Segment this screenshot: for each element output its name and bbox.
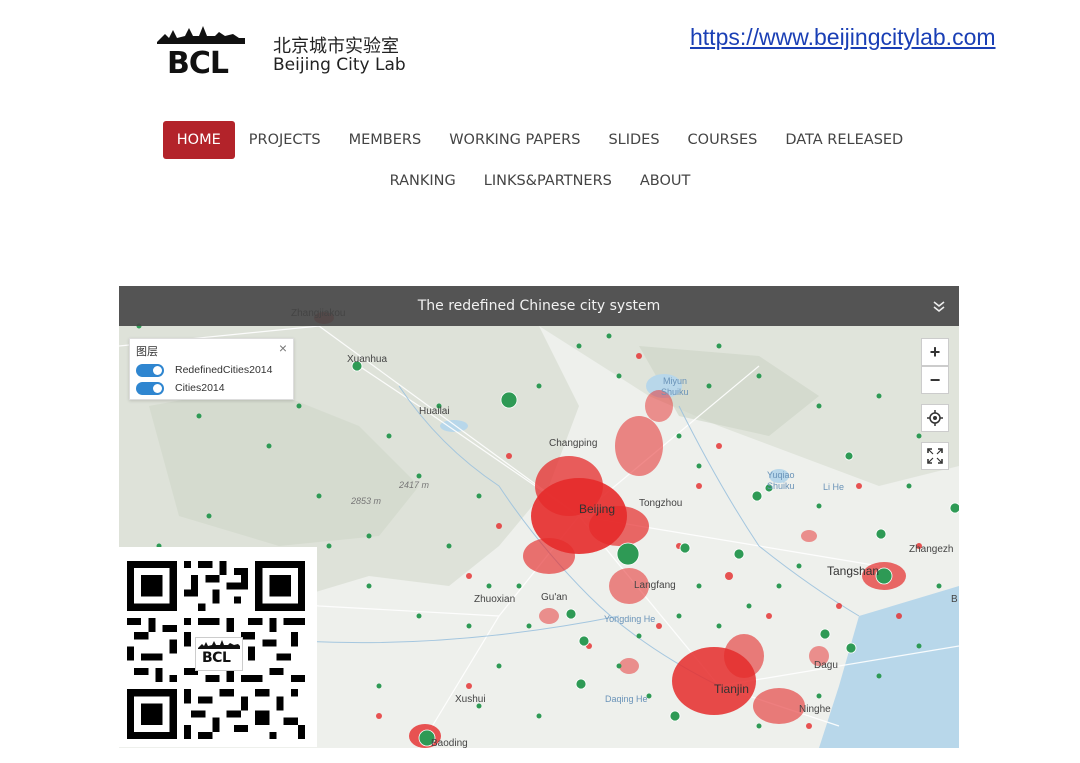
expand-icon: [927, 448, 943, 464]
label-miyun: Miyun: [663, 376, 688, 386]
label-huailai: Huailai: [419, 406, 450, 417]
nav-home[interactable]: HOME: [162, 121, 235, 159]
nav-projects[interactable]: PROJECTS: [235, 121, 335, 159]
label-changping: Changping: [549, 438, 598, 449]
site-url-link[interactable]: https://www.beijingcitylab.com: [690, 24, 996, 51]
label-elevation-1: 2417 m: [399, 480, 430, 490]
logo-english-name: Beijing City Lab: [273, 55, 406, 75]
label-zhuoxian: Zhuoxian: [474, 594, 516, 605]
label-daqing-he: Daqing He: [605, 694, 648, 704]
layer-row-cities: Cities2014: [136, 381, 225, 395]
locate-button[interactable]: [921, 404, 949, 432]
main-nav-row-1: HOME PROJECTS MEMBERS WORKING PAPERS SLI…: [0, 121, 1080, 159]
layers-panel: 图层 × RedefinedCities2014 Cities2014: [129, 338, 294, 400]
layer-label: Cities2014: [175, 382, 225, 394]
label-xuanhua: Xuanhua: [347, 354, 388, 365]
nav-slides[interactable]: SLIDES: [594, 121, 673, 159]
qr-code: BCL: [117, 547, 317, 747]
layers-panel-title: 图层: [136, 346, 158, 358]
nav-links-partners[interactable]: LINKS&PARTNERS: [470, 162, 626, 200]
zoom-in-button[interactable]: +: [921, 338, 949, 366]
label-dagu: Dagu: [814, 660, 838, 671]
close-icon[interactable]: ×: [279, 340, 287, 356]
layer-row-redefined-cities: RedefinedCities2014: [136, 363, 272, 377]
label-tongzhou: Tongzhou: [639, 498, 683, 509]
label-beijing: Beijing: [579, 502, 616, 516]
site-logo[interactable]: BCL 北京城市实验室 Beijing City Lab: [155, 22, 415, 82]
label-ninghe: Ninghe: [799, 704, 831, 715]
nav-courses[interactable]: COURSES: [674, 121, 772, 159]
zoom-out-button[interactable]: −: [921, 366, 949, 394]
qr-logo-text: BCL: [202, 650, 231, 666]
label-guan: Gu'an: [541, 592, 568, 603]
toggle-redefined-cities-2014[interactable]: [136, 363, 164, 377]
toggle-cities-2014[interactable]: [136, 381, 164, 395]
map-title: The redefined Chinese city system: [417, 298, 661, 314]
qr-center-logo: BCL: [195, 637, 243, 671]
chevron-double-down-icon[interactable]: [931, 298, 947, 314]
label-zhangezhuang: Zhangezh: [909, 544, 954, 555]
nav-data-released[interactable]: DATA RELEASED: [771, 121, 917, 159]
fullscreen-button[interactable]: [921, 442, 949, 470]
nav-working-papers[interactable]: WORKING PAPERS: [435, 121, 594, 159]
label-yongding-he: Yongding He: [604, 614, 656, 624]
logo-letters: BCL: [167, 46, 229, 81]
label-shuiku: Shuiku: [661, 387, 689, 397]
label-elevation-2: 2853 m: [351, 496, 382, 506]
label-bohai: B: [951, 594, 958, 605]
label-baoding: Baoding: [431, 738, 468, 748]
label-zhangjiakou: Zhangjiakou: [291, 308, 346, 319]
label-tangshan: Tangshan: [827, 564, 880, 578]
label-yuqiao: Yuqiao: [767, 470, 795, 480]
main-nav-row-2: RANKING LINKS&PARTNERS ABOUT: [0, 162, 1080, 200]
label-shuiku-2: Shuiku: [767, 481, 795, 491]
label-xushui: Xushui: [455, 694, 486, 705]
label-langfang: Langfang: [634, 580, 676, 591]
nav-ranking[interactable]: RANKING: [376, 162, 470, 200]
nav-members[interactable]: MEMBERS: [335, 121, 436, 159]
nav-about[interactable]: ABOUT: [626, 162, 705, 200]
label-li-he: Li He: [823, 482, 845, 492]
label-tianjin: Tianjin: [714, 682, 749, 696]
layer-label: RedefinedCities2014: [175, 364, 273, 376]
locate-icon: [927, 410, 943, 426]
